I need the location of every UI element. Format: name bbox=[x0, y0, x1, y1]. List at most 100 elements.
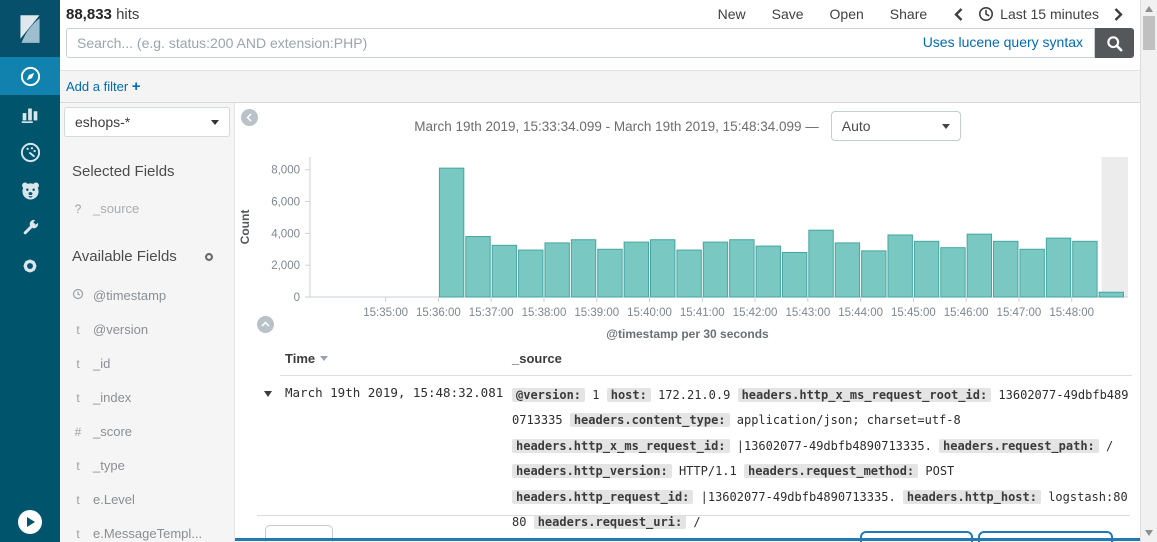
table-header-divider bbox=[280, 375, 1132, 376]
field-name: e.Level bbox=[93, 492, 135, 507]
chevron-left-icon[interactable] bbox=[953, 7, 964, 22]
clock-icon bbox=[72, 288, 84, 300]
histogram-bar[interactable] bbox=[703, 242, 727, 297]
lucene-syntax-link[interactable]: Uses lucene query syntax bbox=[923, 34, 1083, 50]
rail-item-visualize[interactable] bbox=[0, 95, 60, 133]
field-type-icon: t bbox=[72, 391, 84, 405]
source-field-key: headers.request_path: bbox=[939, 439, 1099, 453]
vertical-scrollbar bbox=[1140, 0, 1157, 542]
histogram-bar[interactable] bbox=[862, 251, 886, 297]
chevron-right-icon[interactable] bbox=[1113, 7, 1124, 22]
histogram-bar[interactable] bbox=[1099, 292, 1123, 297]
open-button[interactable]: Open bbox=[830, 6, 864, 22]
scrollbar-thumb[interactable] bbox=[1143, 16, 1155, 50]
row-timestamp: March 19th 2019, 15:48:32.081 bbox=[285, 385, 503, 400]
field-item-@version[interactable]: t@version bbox=[72, 322, 148, 337]
field-item-_source[interactable]: ?_source bbox=[72, 201, 139, 216]
hits-value: 88,833 bbox=[66, 6, 112, 23]
histogram-bar[interactable] bbox=[624, 242, 648, 297]
histogram-bar[interactable] bbox=[598, 249, 622, 297]
field-item-e.MessageTempl...[interactable]: te.MessageTempl... bbox=[72, 526, 202, 541]
histogram-bar[interactable] bbox=[914, 241, 938, 297]
histogram-bar[interactable] bbox=[756, 246, 780, 297]
histogram-bar[interactable] bbox=[651, 240, 675, 297]
x-tick-label: 15:43:00 bbox=[785, 307, 830, 319]
kibana-logo[interactable] bbox=[0, 0, 60, 57]
sort-desc-icon bbox=[320, 356, 328, 361]
chart-x-axis-title: @timestamp per 30 seconds bbox=[235, 327, 1140, 341]
time-picker-label: Last 15 minutes bbox=[1000, 6, 1099, 22]
rail-item-discover[interactable] bbox=[0, 57, 60, 95]
app-rail bbox=[0, 0, 60, 542]
search-button[interactable] bbox=[1095, 28, 1134, 58]
histogram-bar[interactable] bbox=[941, 248, 965, 297]
collapse-chart-button[interactable] bbox=[257, 316, 274, 333]
histogram-bar[interactable] bbox=[571, 240, 595, 297]
histogram-bar[interactable] bbox=[835, 243, 859, 297]
source-field-key: headers.http_x_ms_request_root_id: bbox=[738, 388, 992, 402]
field-item-e.Level[interactable]: te.Level bbox=[72, 492, 135, 507]
histogram-bar[interactable] bbox=[967, 234, 991, 297]
share-button[interactable]: Share bbox=[890, 6, 927, 22]
histogram-bar[interactable] bbox=[677, 250, 701, 297]
index-pattern-select[interactable]: eshops-* bbox=[64, 107, 230, 137]
histogram-bar[interactable] bbox=[730, 240, 754, 297]
expand-row-caret-icon[interactable] bbox=[264, 391, 272, 397]
field-item-@timestamp[interactable]: @timestamp bbox=[72, 288, 166, 303]
histogram-bar[interactable] bbox=[1046, 238, 1070, 297]
field-settings-gear-icon[interactable] bbox=[202, 250, 216, 269]
field-item-_score[interactable]: # _score bbox=[72, 424, 132, 439]
column-header-time[interactable]: Time bbox=[285, 351, 328, 366]
x-tick-label: 15:38:00 bbox=[522, 307, 567, 319]
histogram-bar[interactable] bbox=[809, 230, 833, 297]
gauge-clock-icon bbox=[19, 141, 42, 164]
interval-select[interactable]: Auto bbox=[831, 111, 961, 141]
source-field-value: HTTP/1.1 bbox=[672, 464, 737, 478]
index-pattern-value: eshops-* bbox=[75, 114, 130, 130]
y-tick-label: 0 bbox=[294, 292, 300, 304]
bar-chart-icon bbox=[19, 103, 41, 125]
source-field-value: application/json; charset=utf-8 bbox=[730, 413, 961, 427]
field-item-_index[interactable]: t_index bbox=[72, 390, 131, 405]
partial-bucket-endzone bbox=[1102, 157, 1128, 297]
plus-icon: + bbox=[132, 78, 141, 95]
field-type-icon bbox=[72, 288, 84, 303]
y-tick-label: 2,000 bbox=[271, 260, 300, 272]
field-name: _source bbox=[93, 201, 139, 216]
source-field-key: headers.content_type: bbox=[570, 413, 730, 427]
scroll-down-arrow[interactable] bbox=[1145, 530, 1153, 536]
x-tick-label: 15:42:00 bbox=[733, 307, 778, 319]
histogram-bar[interactable] bbox=[545, 243, 569, 297]
histogram-bar[interactable] bbox=[466, 237, 490, 297]
save-button[interactable]: Save bbox=[772, 6, 804, 22]
histogram-bar[interactable] bbox=[1020, 249, 1044, 297]
histogram-bar[interactable] bbox=[994, 241, 1018, 297]
rail-collapse-button[interactable] bbox=[0, 510, 60, 534]
rail-item-dev-tools[interactable] bbox=[0, 209, 60, 247]
x-tick-label: 15:39:00 bbox=[574, 307, 619, 319]
rail-item-management[interactable] bbox=[0, 247, 60, 285]
histogram-bar[interactable] bbox=[888, 235, 912, 297]
time-picker[interactable]: Last 15 minutes bbox=[978, 6, 1099, 22]
histogram-bar[interactable] bbox=[782, 252, 806, 297]
rail-item-monitoring[interactable] bbox=[0, 171, 60, 209]
scroll-up-arrow[interactable] bbox=[1145, 6, 1153, 12]
source-field-key: host: bbox=[607, 388, 651, 402]
field-type-icon: # bbox=[72, 425, 84, 439]
histogram-bar[interactable] bbox=[519, 250, 543, 297]
histogram-bar[interactable] bbox=[492, 245, 516, 297]
row-source-fields: @version: 1 host: 172.21.0.9 headers.htt… bbox=[512, 383, 1130, 535]
histogram-bar[interactable] bbox=[439, 168, 463, 297]
add-filter-button[interactable]: Add a filter + bbox=[66, 78, 141, 95]
rail-item-dashboard[interactable] bbox=[0, 133, 60, 171]
x-tick-label: 15:45:00 bbox=[891, 307, 936, 319]
field-item-_id[interactable]: t_id bbox=[72, 356, 110, 371]
new-button[interactable]: New bbox=[718, 6, 746, 22]
top-bar: 88,833 hits New Save Open Share Last 15 … bbox=[60, 0, 1140, 70]
field-name: _score bbox=[93, 424, 132, 439]
field-name: _id bbox=[93, 356, 110, 371]
histogram-bar[interactable] bbox=[1073, 241, 1097, 297]
play-circle-icon bbox=[18, 510, 42, 534]
field-item-_type[interactable]: t_type bbox=[72, 458, 125, 473]
source-field-value: / bbox=[1099, 439, 1113, 453]
